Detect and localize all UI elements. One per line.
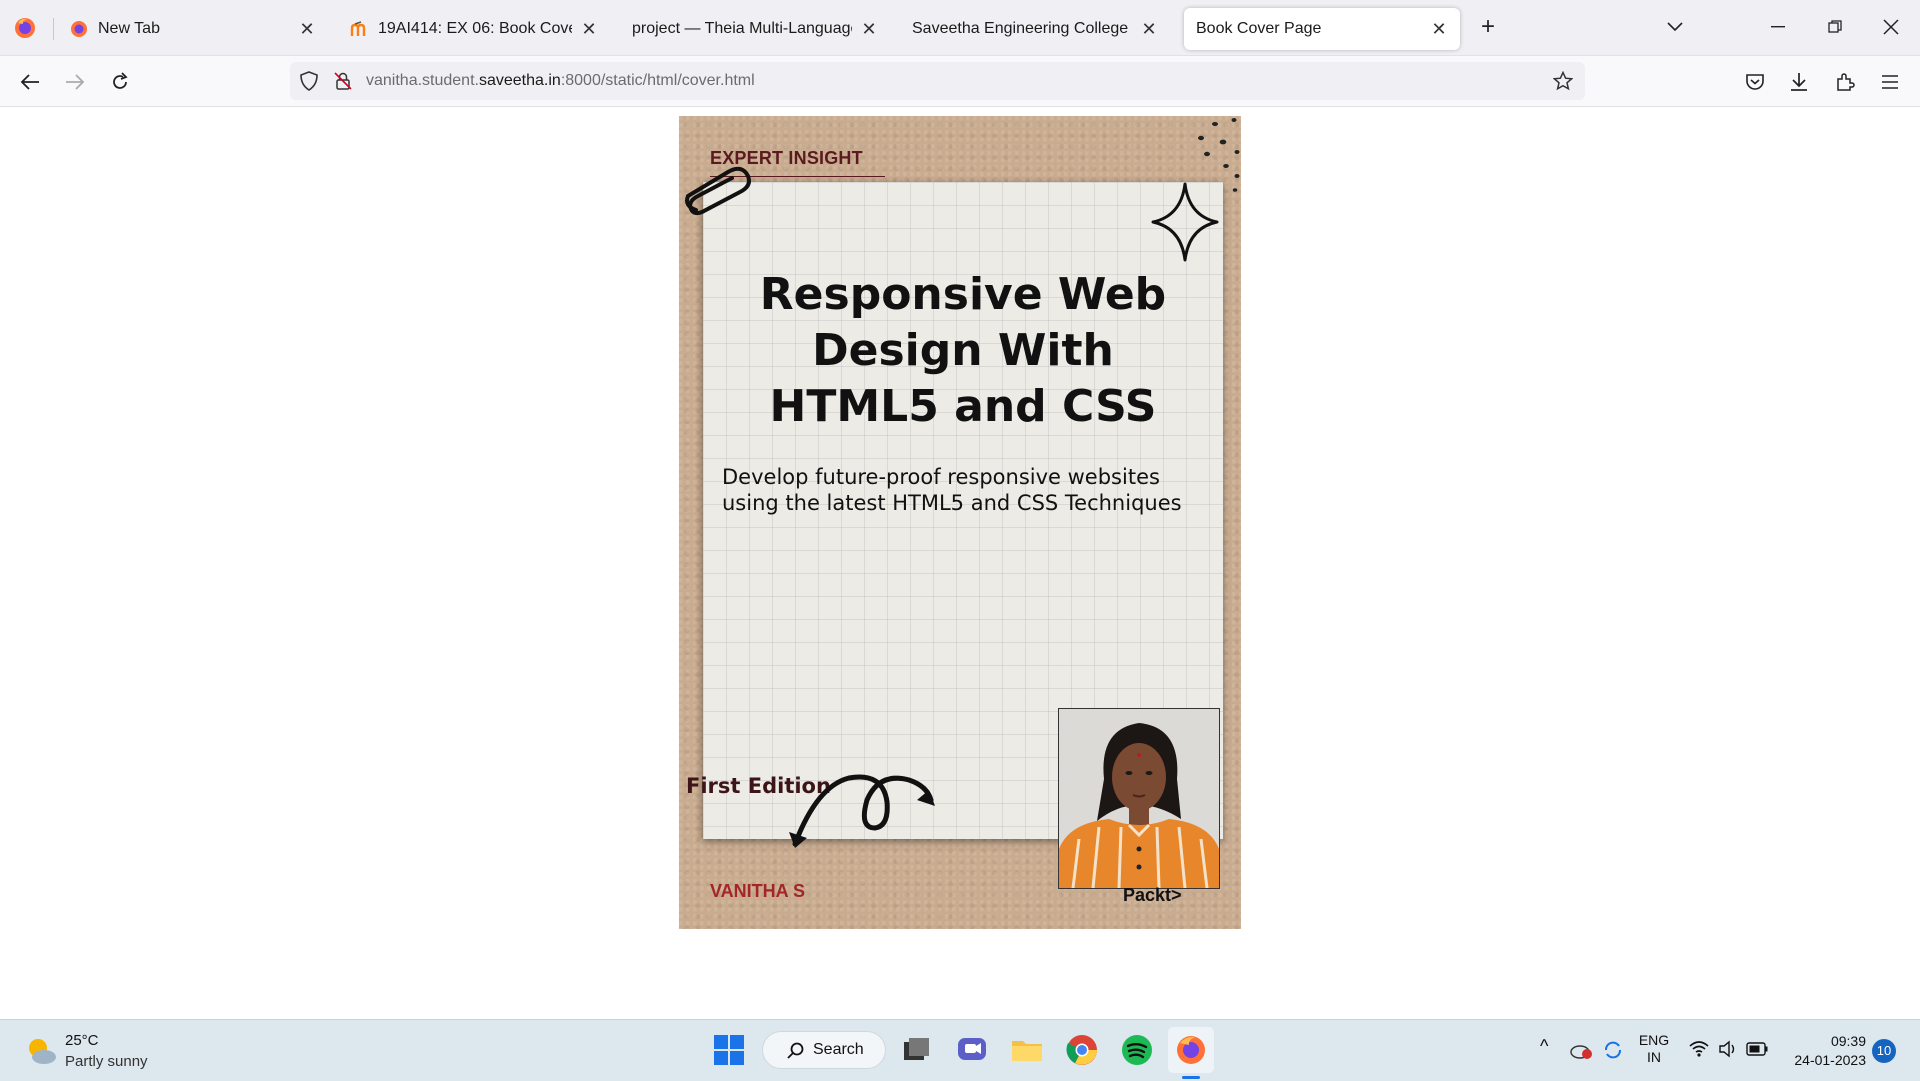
taskbar-search-button[interactable]: Search xyxy=(762,1031,886,1069)
weather-description[interactable]: Partly sunny xyxy=(65,1053,148,1070)
volume-icon[interactable] xyxy=(1718,1040,1738,1058)
teams-chat-icon[interactable] xyxy=(955,1033,989,1067)
tab-new-tab[interactable]: New Tab ✕ xyxy=(58,8,328,50)
moodle-icon xyxy=(350,21,366,36)
book-subtitle: Develop future-proof responsive websites… xyxy=(722,465,1182,515)
firefox-taskbar-icon[interactable] xyxy=(1174,1033,1208,1067)
new-tab-plus-icon[interactable]: + xyxy=(1468,10,1508,44)
tab-label: 19AI414: EX 06: Book CoverPag xyxy=(378,20,572,37)
clock[interactable]: 09:39 24-01-2023 xyxy=(1782,1032,1866,1070)
close-window-icon[interactable] xyxy=(1871,10,1911,44)
close-tab-icon[interactable]: ✕ xyxy=(1140,19,1158,40)
spotify-icon[interactable] xyxy=(1120,1033,1154,1067)
close-tab-icon[interactable]: ✕ xyxy=(580,19,598,40)
weather-temperature[interactable]: 25°C xyxy=(65,1032,99,1049)
grid-paper: Responsive Web Design With HTML5 and CSS… xyxy=(703,182,1223,889)
show-hidden-icons-chevron[interactable]: ^ xyxy=(1540,1036,1548,1057)
onedrive-error-icon[interactable] xyxy=(1570,1040,1592,1060)
tab-label: project — Theia Multi-Language Ex xyxy=(632,20,852,37)
notification-count-badge[interactable]: 10 xyxy=(1872,1039,1896,1063)
tab-book-coverpage-course[interactable]: 19AI414: EX 06: Book CoverPag ✕ xyxy=(338,8,610,50)
book-title: Responsive Web Design With HTML5 and CSS xyxy=(759,269,1167,432)
reload-icon[interactable] xyxy=(105,67,135,97)
wifi-icon[interactable] xyxy=(1689,1040,1709,1058)
url-bar[interactable]: vanitha.student.saveetha.in:8000/static/… xyxy=(290,62,1585,100)
tab-label: New Tab xyxy=(98,20,160,37)
task-view-icon[interactable] xyxy=(900,1033,934,1067)
author-name: VANITHA S xyxy=(710,881,806,901)
shield-icon[interactable] xyxy=(299,71,319,91)
author-photo xyxy=(1058,708,1220,889)
close-tab-icon[interactable]: ✕ xyxy=(298,19,316,40)
list-all-tabs-chevron-icon[interactable] xyxy=(1655,10,1695,44)
tab-saveetha[interactable]: Saveetha Engineering College ✕ xyxy=(900,8,1170,50)
windows-taskbar: 25°C Partly sunny Search ^ ENG IN 09:39 24… xyxy=(0,1019,1920,1081)
back-arrow-icon[interactable] xyxy=(15,67,45,97)
region-code: IN xyxy=(1647,1049,1661,1065)
windows-start-icon[interactable] xyxy=(712,1033,746,1067)
restore-icon[interactable] xyxy=(1815,10,1855,44)
language-indicator[interactable]: ENG IN xyxy=(1637,1032,1671,1066)
search-label: Search xyxy=(813,1041,864,1058)
chrome-icon[interactable] xyxy=(1065,1033,1099,1067)
tab-book-cover-page[interactable]: Book Cover Page ✕ xyxy=(1184,8,1460,50)
active-app-indicator xyxy=(1182,1076,1200,1079)
extensions-icon[interactable] xyxy=(1830,67,1860,97)
paperclip-icon xyxy=(685,166,751,216)
language-code: ENG xyxy=(1638,1032,1670,1048)
close-tab-icon[interactable]: ✕ xyxy=(860,19,878,40)
search-icon xyxy=(787,1042,804,1059)
downloads-icon[interactable] xyxy=(1784,67,1814,97)
tab-bar: New Tab ✕ 19AI414: EX 06: Book CoverPag … xyxy=(0,0,1920,56)
book-cover: EXPERT INSIGHT Responsive Web Design Wit… xyxy=(679,116,1241,929)
sync-icon[interactable] xyxy=(1602,1040,1624,1060)
tab-label: Book Cover Page xyxy=(1196,20,1322,37)
firefox-icon xyxy=(71,21,87,37)
publisher-name: Packt> xyxy=(1123,885,1182,905)
tab-separator xyxy=(53,18,54,40)
url-domain: saveetha.in xyxy=(478,72,561,89)
clock-date: 24-01-2023 xyxy=(1794,1052,1866,1068)
url-text[interactable]: vanitha.student.saveetha.in:8000/static/… xyxy=(366,72,755,90)
forward-arrow-icon[interactable] xyxy=(60,67,90,97)
partly-sunny-icon[interactable] xyxy=(24,1034,58,1066)
navigation-toolbar: vanitha.student.saveetha.in:8000/static/… xyxy=(0,56,1920,107)
insecure-lock-icon[interactable] xyxy=(333,71,353,91)
tab-label: Saveetha Engineering College xyxy=(912,20,1129,37)
page-viewport: EXPERT INSIGHT Responsive Web Design Wit… xyxy=(0,107,1920,1018)
battery-icon[interactable] xyxy=(1746,1042,1768,1056)
sparkle-star-icon xyxy=(1151,182,1219,262)
file-explorer-icon[interactable] xyxy=(1010,1033,1044,1067)
close-tab-icon[interactable]: ✕ xyxy=(1430,19,1448,40)
curly-arrow-icon xyxy=(789,774,935,848)
url-suffix: :8000/static/html/cover.html xyxy=(560,72,755,89)
clock-time: 09:39 xyxy=(1830,1033,1866,1049)
app-menu-icon[interactable] xyxy=(1875,67,1905,97)
bookmark-star-icon[interactable] xyxy=(1553,71,1573,91)
tab-theia-project[interactable]: project — Theia Multi-Language Ex ✕ xyxy=(620,8,890,50)
url-prefix: vanitha.student. xyxy=(366,72,479,89)
minimize-icon[interactable] xyxy=(1758,10,1798,44)
firefox-menu-icon[interactable] xyxy=(12,15,38,41)
pocket-icon[interactable] xyxy=(1740,67,1770,97)
